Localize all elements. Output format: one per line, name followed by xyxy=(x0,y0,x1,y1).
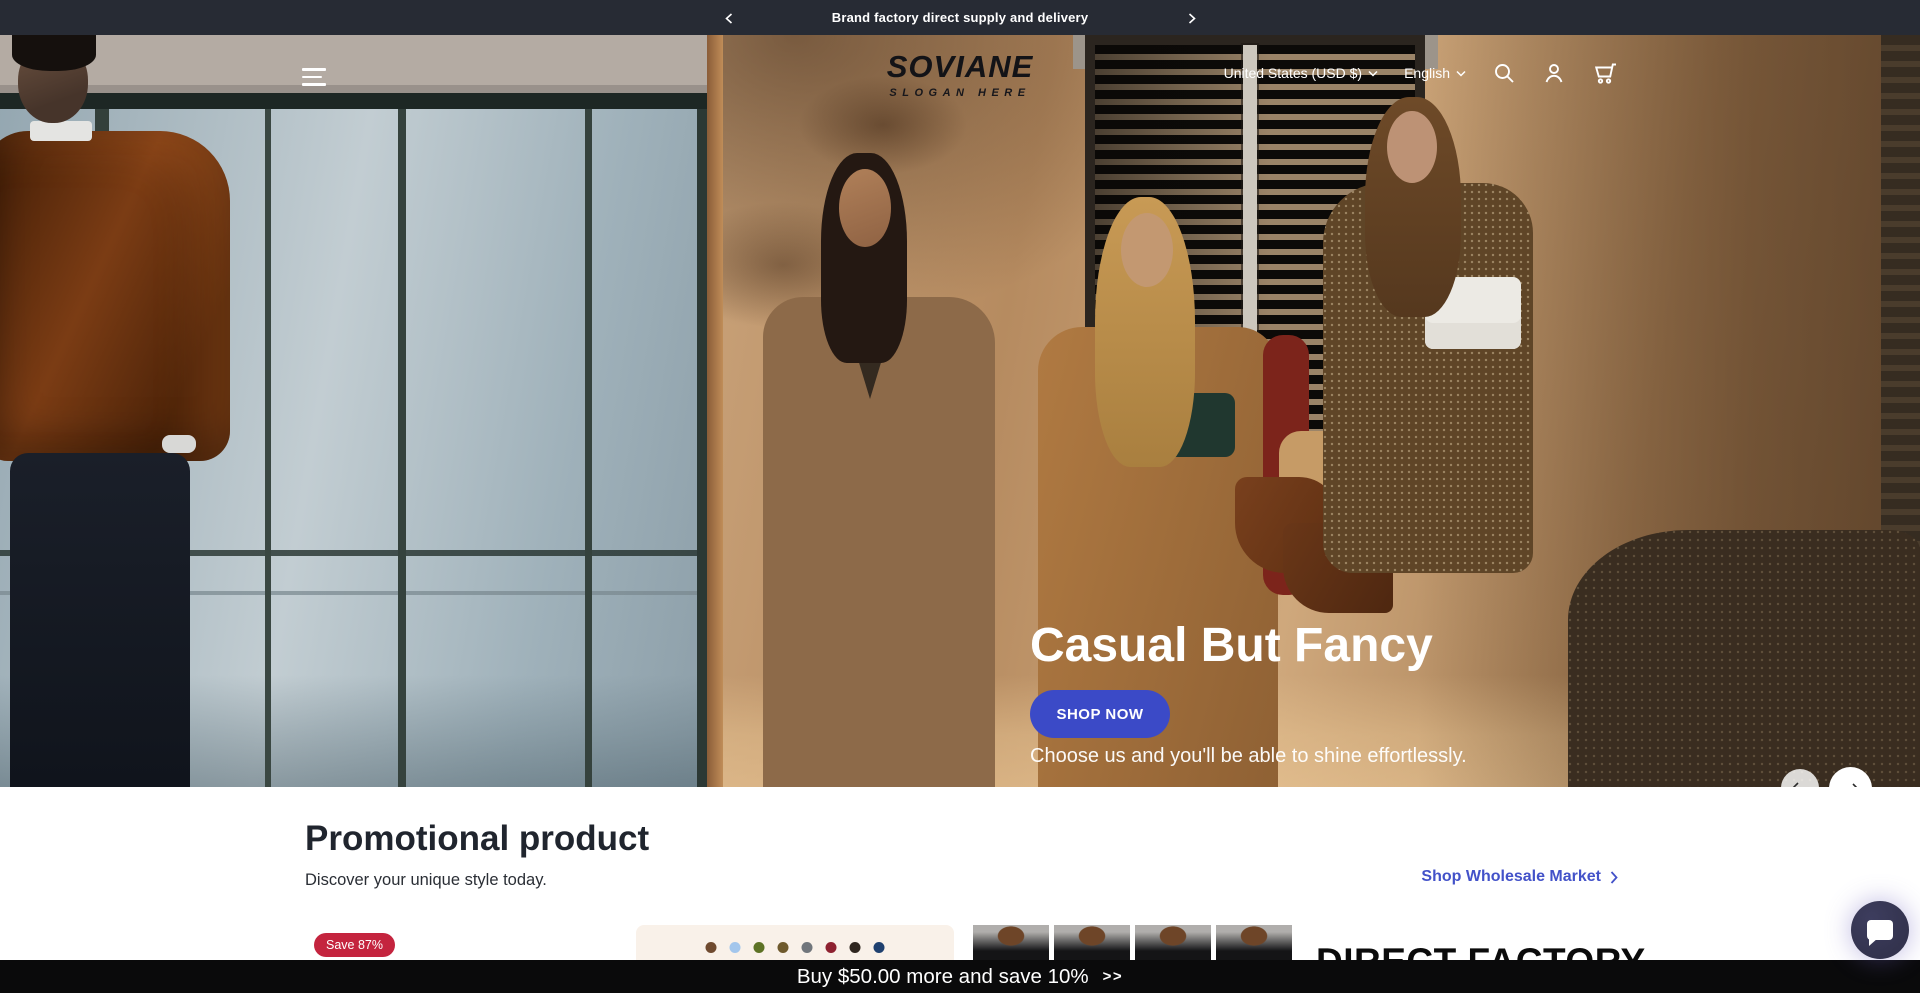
color-swatch[interactable] xyxy=(706,942,717,953)
site-header: SOVIANE SLOGAN HERE United States (USD $… xyxy=(0,45,1920,125)
chat-launcher-button[interactable] xyxy=(1851,901,1909,959)
menu-icon xyxy=(302,68,326,71)
chevron-down-icon xyxy=(1456,70,1466,77)
announcement-text: Brand factory direct supply and delivery xyxy=(832,10,1089,25)
incentive-text: Buy $50.00 more and save 10% xyxy=(797,965,1089,989)
chevron-right-icon xyxy=(1610,871,1618,884)
color-swatch[interactable] xyxy=(802,942,813,953)
announcement-prev-button[interactable] xyxy=(716,5,742,31)
arrow-right-icon xyxy=(1842,782,1860,788)
cart-icon xyxy=(1592,61,1618,85)
product-card-4[interactable]: DIRECT FACTORY xyxy=(1298,925,1616,960)
language-selector[interactable]: English xyxy=(1404,65,1466,81)
hero-content: Casual But Fancy SHOP NOW Choose us and … xyxy=(1030,621,1467,768)
necklace-thumbnail xyxy=(1054,925,1130,960)
woman2-face xyxy=(1121,213,1173,287)
country-currency-label: United States (USD $) xyxy=(1224,65,1363,81)
brand-logo[interactable]: SOVIANE SLOGAN HERE xyxy=(820,51,1100,99)
color-swatch[interactable] xyxy=(754,942,765,953)
man-shirt-cuff xyxy=(162,435,196,453)
storefront-page: Brand factory direct supply and delivery xyxy=(0,0,1920,993)
product-thumbnail-grid xyxy=(973,925,1292,960)
man-trousers xyxy=(10,453,190,787)
color-swatch[interactable] xyxy=(850,942,861,953)
necklace-thumbnail xyxy=(1135,925,1211,960)
announcement-bar: Brand factory direct supply and delivery xyxy=(0,0,1920,35)
hero-heading: Casual But Fancy xyxy=(1030,621,1467,671)
search-button[interactable] xyxy=(1492,61,1516,85)
menu-button[interactable] xyxy=(298,63,332,91)
country-currency-selector[interactable]: United States (USD $) xyxy=(1224,65,1379,81)
chevron-right-icon xyxy=(1186,13,1197,24)
chat-icon xyxy=(1867,920,1893,940)
necklace-thumbnail xyxy=(1216,925,1292,960)
woman1-plaid-coat xyxy=(763,297,995,787)
color-swatch[interactable] xyxy=(874,942,885,953)
slide-transition-edge xyxy=(707,35,723,787)
hero-slider: SOVIANE SLOGAN HERE United States (USD $… xyxy=(0,35,1920,787)
necklace-thumbnail xyxy=(973,925,1049,960)
woman1-face xyxy=(839,169,891,247)
man-velvet-jacket xyxy=(0,131,230,461)
header-controls: United States (USD $) English xyxy=(1224,61,1618,85)
color-swatches xyxy=(706,942,885,953)
color-swatch[interactable] xyxy=(826,942,837,953)
section-subtitle: Discover your unique style today. xyxy=(305,871,547,890)
shop-wholesale-link[interactable]: Shop Wholesale Market xyxy=(1421,868,1618,886)
search-icon xyxy=(1492,61,1516,85)
sale-badge: Save 87% xyxy=(314,933,395,957)
announcement-next-button[interactable] xyxy=(1178,5,1204,31)
product-card-2[interactable] xyxy=(636,925,954,960)
logo-slogan: SLOGAN HERE xyxy=(820,87,1100,99)
chevron-down-icon xyxy=(1368,70,1378,77)
cart-incentive-bar[interactable]: Buy $50.00 more and save 10% >> xyxy=(0,960,1920,993)
logo-text: SOVIANE xyxy=(820,51,1100,82)
color-swatch[interactable] xyxy=(778,942,789,953)
incentive-arrows: >> xyxy=(1103,968,1124,985)
hero-slide-menswear xyxy=(0,35,723,787)
hero-tagline: Choose us and you'll be able to shine ef… xyxy=(1030,745,1467,768)
product-card-3[interactable] xyxy=(967,925,1285,960)
chevron-left-icon xyxy=(724,13,735,24)
cart-button[interactable] xyxy=(1592,61,1618,85)
account-icon xyxy=(1542,61,1566,85)
color-swatch[interactable] xyxy=(730,942,741,953)
woman3-tweed-skirt xyxy=(1568,530,1920,787)
shop-now-button[interactable]: SHOP NOW xyxy=(1030,690,1170,738)
arrow-left-icon xyxy=(1791,781,1809,787)
section-title: Promotional product xyxy=(305,819,649,859)
product-card-1[interactable]: Save 87% xyxy=(305,925,623,960)
shop-wholesale-label: Shop Wholesale Market xyxy=(1421,868,1601,886)
account-button[interactable] xyxy=(1542,61,1566,85)
language-label: English xyxy=(1404,65,1450,81)
